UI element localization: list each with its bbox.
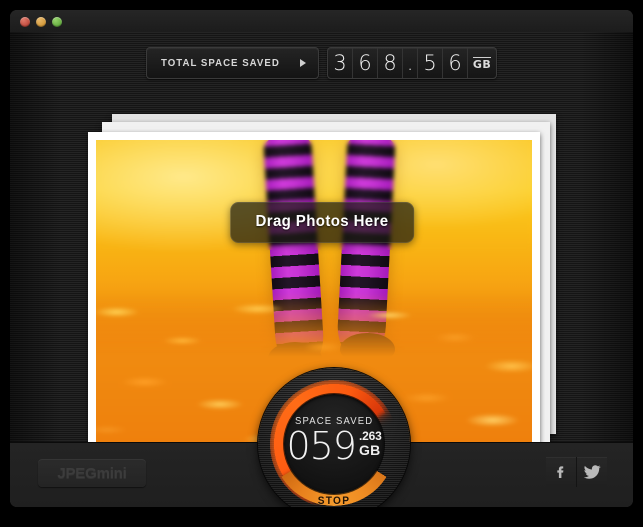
jpegmini-logo-text: JPEGmini — [57, 464, 127, 482]
zoom-button[interactable] — [52, 17, 62, 27]
gauge-fraction-unit: .263 GB — [359, 428, 382, 457]
close-button[interactable] — [20, 17, 30, 27]
facebook-button[interactable] — [546, 457, 577, 487]
counter-digit: 6 — [353, 48, 379, 78]
total-counter-strip: TOTAL SPACE SAVED 3 6 8 . 5 6 GB — [10, 32, 633, 94]
counter-digit: 8 — [378, 48, 404, 78]
twitter-button[interactable] — [577, 457, 607, 487]
counter-decimal-point: . — [403, 48, 419, 78]
counter-digit: 6 — [443, 48, 469, 78]
main-content-area: TOTAL SPACE SAVED 3 6 8 . 5 6 GB Drag Ph… — [10, 32, 633, 507]
window-controls — [20, 17, 62, 27]
gauge-readout: 059 .263 GB — [286, 424, 382, 468]
jpegmini-logo[interactable]: JPEGmini — [38, 459, 146, 487]
facebook-icon — [557, 466, 564, 478]
minimize-button[interactable] — [36, 17, 46, 27]
social-buttons — [546, 457, 607, 487]
triangle-right-icon — [300, 59, 307, 67]
gauge-fraction-value: .263 — [358, 429, 382, 443]
app-root: TOTAL SPACE SAVED 3 6 8 . 5 6 GB Drag Ph… — [0, 0, 643, 527]
total-counter: TOTAL SPACE SAVED 3 6 8 . 5 6 GB — [145, 47, 498, 79]
counter-digit: 5 — [418, 48, 444, 78]
window-titlebar — [10, 10, 633, 33]
counter-digit: 3 — [328, 48, 354, 78]
gauge-integer-value: 059 — [286, 424, 357, 468]
total-space-saved-label: TOTAL SPACE SAVED — [160, 57, 280, 69]
gauge-face: SPACE SAVED 059 .263 GB — [284, 394, 384, 494]
total-space-saved-button[interactable]: TOTAL SPACE SAVED — [145, 47, 320, 79]
gauge-unit-label: GB — [358, 441, 381, 458]
total-space-saved-readout: 3 6 8 . 5 6 GB — [327, 47, 498, 79]
space-saved-gauge: STOP SPACE SAVED 059 .263 GB — [258, 368, 410, 507]
twitter-icon — [583, 465, 601, 479]
counter-unit-text: GB — [472, 56, 492, 71]
counter-unit: GB — [468, 48, 496, 78]
application-window: TOTAL SPACE SAVED 3 6 8 . 5 6 GB Drag Ph… — [10, 10, 633, 507]
gauge-caption: SPACE SAVED — [294, 416, 374, 427]
drag-photos-here-hint[interactable]: Drag Photos Here — [230, 202, 414, 243]
